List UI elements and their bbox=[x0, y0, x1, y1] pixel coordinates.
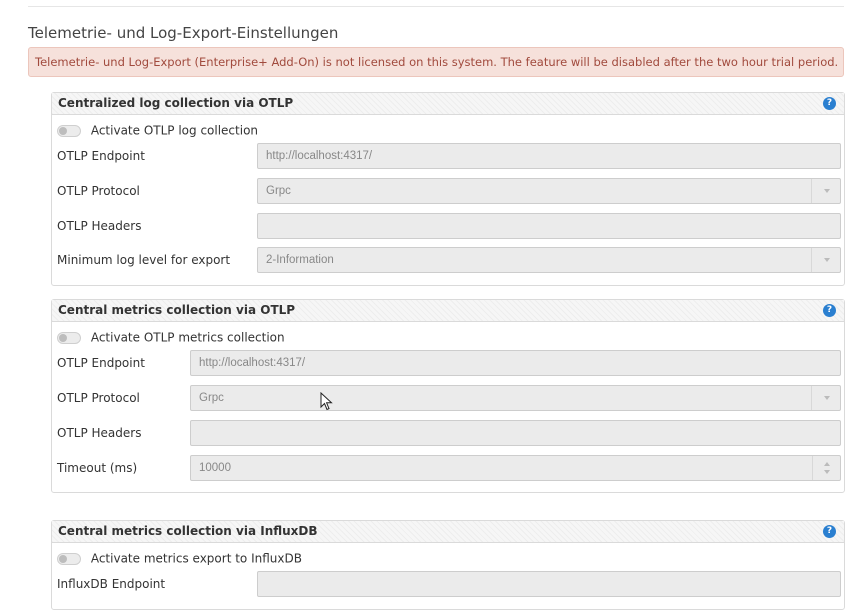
timeout-number-input[interactable]: 10000 bbox=[190, 455, 841, 481]
otlp-protocol-select[interactable]: Grpc bbox=[190, 385, 841, 411]
field-label: OTLP Endpoint bbox=[57, 149, 145, 163]
toggle-row: Activate OTLP metrics collection bbox=[57, 329, 285, 345]
field-label: Minimum log level for export bbox=[57, 253, 231, 267]
otlp-headers-field[interactable] bbox=[190, 420, 841, 446]
form-row-timeout: Timeout (ms) 10000 bbox=[57, 455, 841, 481]
panel-title: Centralized log collection via OTLP bbox=[58, 96, 294, 110]
panel-heading: Centralized log collection via OTLP ? bbox=[52, 93, 844, 115]
form-row-otlp-endpoint: OTLP Endpoint http://localhost:4317/ bbox=[57, 143, 841, 169]
form-row-otlp-protocol: OTLP Protocol Grpc bbox=[57, 385, 841, 411]
panel-title: Central metrics collection via OTLP bbox=[58, 303, 296, 317]
field-label: InfluxDB Endpoint bbox=[57, 577, 166, 591]
form-row-otlp-headers: OTLP Headers bbox=[57, 213, 841, 239]
field-label: OTLP Headers bbox=[57, 219, 142, 233]
spin-up-icon[interactable] bbox=[824, 462, 830, 466]
select-value: Grpc bbox=[266, 185, 291, 197]
top-divider bbox=[28, 6, 844, 7]
toggle-row: Activate metrics export to InfluxDB bbox=[57, 550, 302, 566]
otlp-endpoint-field[interactable]: http://localhost:4317/ bbox=[190, 350, 841, 376]
help-icon[interactable]: ? bbox=[823, 97, 836, 110]
toggle-label: Activate OTLP metrics collection bbox=[90, 330, 285, 345]
field-label: OTLP Endpoint bbox=[57, 356, 145, 370]
help-icon[interactable]: ? bbox=[823, 304, 836, 317]
input-value: 10000 bbox=[199, 462, 231, 474]
mouse-pointer-icon bbox=[320, 392, 333, 411]
activate-influxdb-toggle[interactable] bbox=[57, 552, 81, 565]
activate-otlp-log-toggle[interactable] bbox=[57, 124, 81, 137]
influxdb-endpoint-field[interactable] bbox=[257, 571, 841, 597]
otlp-endpoint-field[interactable]: http://localhost:4317/ bbox=[257, 143, 841, 169]
chevron-down-icon bbox=[824, 258, 830, 262]
field-label: OTLP Headers bbox=[57, 426, 142, 440]
form-row-otlp-protocol: OTLP Protocol Grpc bbox=[57, 178, 841, 204]
panel-otlp-log-collection: Centralized log collection via OTLP ? Ac… bbox=[51, 92, 845, 286]
form-row-otlp-endpoint: OTLP Endpoint http://localhost:4317/ bbox=[57, 350, 841, 376]
panel-heading: Central metrics collection via InfluxDB … bbox=[52, 521, 844, 543]
activate-otlp-metrics-toggle[interactable] bbox=[57, 331, 81, 344]
panel-heading: Central metrics collection via OTLP ? bbox=[52, 300, 844, 322]
toggle-row: Activate OTLP log collection bbox=[57, 122, 258, 138]
help-icon[interactable]: ? bbox=[823, 525, 836, 538]
min-log-level-select[interactable]: 2-Information bbox=[257, 247, 841, 273]
otlp-protocol-select[interactable]: Grpc bbox=[257, 178, 841, 204]
field-label: Timeout (ms) bbox=[57, 461, 138, 475]
chevron-down-icon bbox=[824, 189, 830, 193]
form-row-min-log-level: Minimum log level for export 2-Informati… bbox=[57, 247, 841, 273]
field-label: OTLP Protocol bbox=[57, 184, 140, 198]
panel-otlp-metrics-collection: Central metrics collection via OTLP ? Ac… bbox=[51, 299, 845, 493]
page-title: Telemetrie- und Log-Export-Einstellungen bbox=[28, 24, 339, 42]
form-row-influxdb-endpoint: InfluxDB Endpoint bbox=[57, 571, 841, 597]
select-value: 2-Information bbox=[266, 254, 334, 266]
select-value: Grpc bbox=[199, 392, 224, 404]
field-label: OTLP Protocol bbox=[57, 391, 140, 405]
spinner-arrows-icon[interactable] bbox=[812, 456, 840, 480]
chevron-down-icon bbox=[824, 396, 830, 400]
license-alert: Telemetrie- und Log-Export (Enterprise+ … bbox=[28, 47, 844, 77]
toggle-label: Activate metrics export to InfluxDB bbox=[90, 551, 302, 566]
panel-title: Central metrics collection via InfluxDB bbox=[58, 524, 318, 538]
spin-down-icon[interactable] bbox=[824, 470, 830, 474]
otlp-headers-field[interactable] bbox=[257, 213, 841, 239]
toggle-label: Activate OTLP log collection bbox=[90, 123, 259, 138]
form-row-otlp-headers: OTLP Headers bbox=[57, 420, 841, 446]
